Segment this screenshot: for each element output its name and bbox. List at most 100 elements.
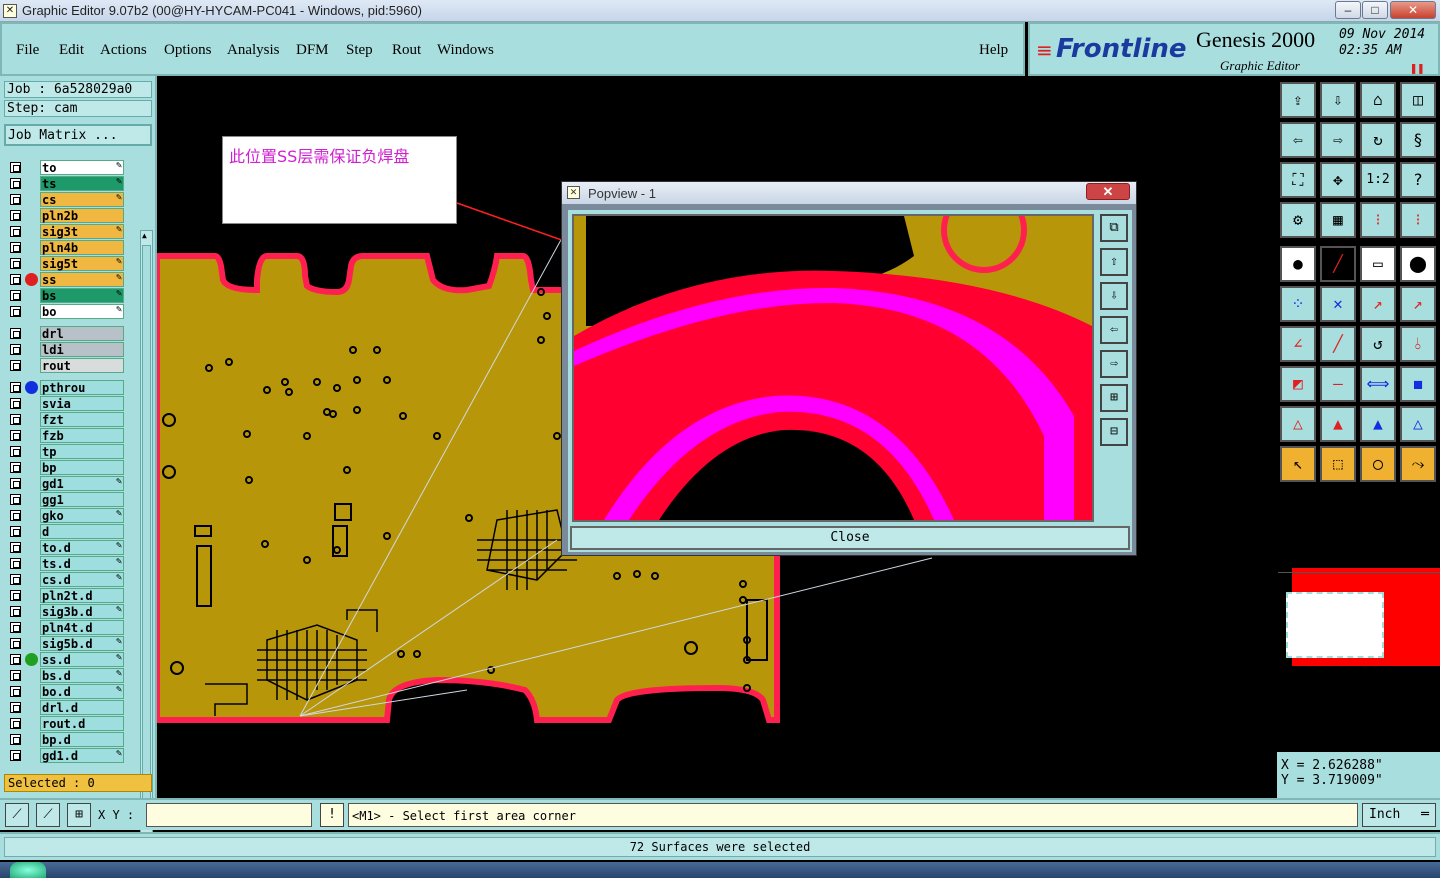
layer-checkbox[interactable] xyxy=(10,178,21,189)
zoom-one-to-two-icon[interactable]: 1:2 xyxy=(1360,162,1396,198)
layer-row[interactable]: bs.d ✎ xyxy=(6,668,124,683)
layer-checkbox[interactable] xyxy=(10,382,21,393)
menu-edit[interactable]: Edit xyxy=(59,42,84,59)
zoom-down-icon[interactable]: ⇩ xyxy=(1320,82,1356,118)
menu-help[interactable]: Help xyxy=(979,42,1008,59)
layer-row[interactable]: pln4t.d xyxy=(6,620,124,635)
layer-checkbox[interactable] xyxy=(10,478,21,489)
layer-checkbox[interactable] xyxy=(10,462,21,473)
layer-checkbox[interactable] xyxy=(10,430,21,441)
layer-row[interactable]: drl.d xyxy=(6,700,124,715)
layer-row[interactable]: svia xyxy=(6,396,124,411)
popview-pan-left-icon[interactable]: ⇦ xyxy=(1100,316,1128,344)
layer-checkbox[interactable] xyxy=(10,194,21,205)
feature-select-icon[interactable]: ◩ xyxy=(1280,366,1316,402)
menu-file[interactable]: File xyxy=(16,42,39,59)
layer-name[interactable]: ts xyxy=(40,176,124,191)
layer-row[interactable]: ss ✎ xyxy=(6,272,124,287)
mirror-icon[interactable]: § xyxy=(1400,122,1436,158)
layer-row[interactable]: gg1 xyxy=(6,492,124,507)
select-box-icon[interactable]: ⬚ xyxy=(1320,446,1356,482)
circle-feature-icon[interactable]: ⬤ xyxy=(1400,246,1436,282)
draw-line-icon[interactable]: ╱ xyxy=(1320,326,1356,362)
zoom-home-icon[interactable]: ⇪ xyxy=(1280,82,1316,118)
layer-name[interactable]: bp.d xyxy=(40,732,124,747)
layer-row[interactable]: d xyxy=(6,524,124,539)
layer-name[interactable]: pln4t.d xyxy=(40,620,124,635)
layer-checkbox[interactable] xyxy=(10,590,21,601)
rotate-icon[interactable]: ↺ xyxy=(1360,326,1396,362)
window-close-button[interactable]: ✕ xyxy=(1390,1,1436,19)
layer-row[interactable]: gko ✎ xyxy=(6,508,124,523)
layer-checkbox[interactable] xyxy=(10,446,21,457)
popview-pan-up-icon[interactable]: ⇧ xyxy=(1100,248,1128,276)
zoom-fit-icon[interactable]: ⛶ xyxy=(1280,162,1316,198)
layer-checkbox[interactable] xyxy=(10,398,21,409)
layer-checkbox[interactable] xyxy=(10,734,21,745)
help-icon[interactable]: ? xyxy=(1400,162,1436,198)
layer-row[interactable]: fzt xyxy=(6,412,124,427)
layer-checkbox[interactable] xyxy=(10,242,21,253)
layer-name[interactable]: ss xyxy=(40,272,124,287)
start-button-icon[interactable] xyxy=(10,862,46,878)
layer-name[interactable]: d xyxy=(40,524,124,539)
layer-name[interactable]: fzb xyxy=(40,428,124,443)
layer-row[interactable]: tp xyxy=(6,444,124,459)
layer-name[interactable]: cs xyxy=(40,192,124,207)
popview-close-x-button[interactable]: ✕ xyxy=(1086,183,1130,200)
triangle-icon[interactable]: △ xyxy=(1280,406,1316,442)
job-matrix-button[interactable]: Job Matrix ... xyxy=(4,124,152,146)
triangle-cross-icon[interactable]: △ xyxy=(1400,406,1436,442)
layer-checkbox[interactable] xyxy=(10,526,21,537)
layer-name[interactable]: ts.d xyxy=(40,556,124,571)
popview-zoom-fit-icon[interactable]: ⧉ xyxy=(1100,214,1128,242)
menu-rout[interactable]: Rout xyxy=(392,42,421,59)
layer-colors-icon[interactable]: ⁝ xyxy=(1360,202,1396,238)
stretch-icon[interactable]: ⟺ xyxy=(1360,366,1396,402)
layer-row[interactable]: cs.d ✎ xyxy=(6,572,124,587)
layer-row[interactable]: ts ✎ xyxy=(6,176,124,191)
layer-name[interactable]: svia xyxy=(40,396,124,411)
zoom-center-icon[interactable]: ✥ xyxy=(1320,162,1356,198)
grid-icon[interactable]: ▦ xyxy=(1320,202,1356,238)
layer-checkbox[interactable] xyxy=(10,606,21,617)
layer-checkbox[interactable] xyxy=(10,574,21,585)
layer-name[interactable]: drl.d xyxy=(40,700,124,715)
layer-checkbox[interactable] xyxy=(10,306,21,317)
move-point-icon[interactable]: ↗ xyxy=(1360,286,1396,322)
layer-name[interactable]: cs.d xyxy=(40,572,124,587)
layer-name[interactable]: bs.d xyxy=(40,668,124,683)
layer-row[interactable]: bp.d xyxy=(6,732,124,747)
layer-row[interactable]: bp xyxy=(6,460,124,475)
layer-name[interactable]: bs xyxy=(40,288,124,303)
layer-checkbox[interactable] xyxy=(10,290,21,301)
edit-point-icon[interactable]: ↗ xyxy=(1400,286,1436,322)
layer-row[interactable]: pln4b xyxy=(6,240,124,255)
menu-options[interactable]: Options xyxy=(164,42,212,59)
layer-name[interactable]: gd1.d xyxy=(40,748,124,763)
layer-checkbox[interactable] xyxy=(10,542,21,553)
layer-name[interactable]: sig3b.d xyxy=(40,604,124,619)
select-path-icon[interactable]: ⤳ xyxy=(1400,446,1436,482)
layer-name[interactable]: tp xyxy=(40,444,124,459)
cut-line-icon[interactable]: — xyxy=(1320,366,1356,402)
pad-feature-icon[interactable]: ● xyxy=(1280,246,1316,282)
layer-checkbox[interactable] xyxy=(10,718,21,729)
layer-checkbox[interactable] xyxy=(10,258,21,269)
alert-icon[interactable]: ! xyxy=(320,803,344,827)
layer-row[interactable]: sig3t ✎ xyxy=(6,224,124,239)
ruler-icon[interactable]: ▭ xyxy=(1360,246,1396,282)
layer-name[interactable]: to.d xyxy=(40,540,124,555)
window-split-icon[interactable]: ◫ xyxy=(1400,82,1436,118)
layer-name[interactable]: pln2t.d xyxy=(40,588,124,603)
layer-colors-alt-icon[interactable]: ⁝ xyxy=(1400,202,1436,238)
layer-row[interactable]: rout.d xyxy=(6,716,124,731)
layer-row[interactable]: sig5t ✎ xyxy=(6,256,124,271)
layer-checkbox[interactable] xyxy=(10,210,21,221)
layer-name[interactable]: sig5t xyxy=(40,256,124,271)
layer-checkbox[interactable] xyxy=(10,638,21,649)
layer-checkbox[interactable] xyxy=(10,360,21,371)
layer-row[interactable]: cs ✎ xyxy=(6,192,124,207)
layer-row[interactable]: ldi xyxy=(6,342,124,357)
layer-row[interactable]: pln2b xyxy=(6,208,124,223)
